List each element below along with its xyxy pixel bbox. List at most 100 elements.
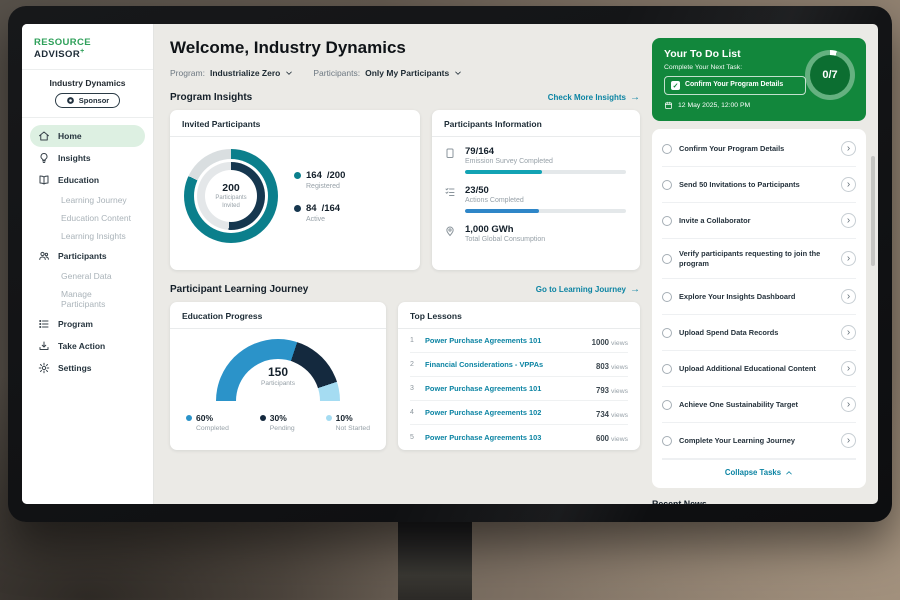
progress-bar bbox=[465, 209, 626, 213]
task-row[interactable]: Upload Additional Educational Content › bbox=[662, 351, 856, 387]
education-progress-card: Education Progress 150 Participants 60% … bbox=[170, 302, 386, 450]
checkbox-icon[interactable] bbox=[662, 436, 672, 446]
metric-value: 23/50 bbox=[465, 185, 626, 196]
checkbox-icon[interactable] bbox=[662, 292, 672, 302]
invited-participants-card: Invited Participants 200 Participants In… bbox=[170, 110, 420, 270]
people-icon bbox=[38, 250, 51, 262]
task-row[interactable]: Verify participants requesting to join t… bbox=[662, 239, 856, 279]
sidebar-item-take-action[interactable]: Take Action bbox=[30, 335, 145, 357]
collapse-tasks-link[interactable]: Collapse Tasks bbox=[662, 459, 856, 486]
task-row[interactable]: Confirm Your Program Details › bbox=[662, 131, 856, 167]
progress-bar bbox=[465, 170, 626, 174]
lesson-link[interactable]: Power Purchase Agreements 102 bbox=[425, 408, 588, 417]
chevron-right-icon[interactable]: › bbox=[841, 177, 856, 192]
lesson-rank: 3 bbox=[410, 385, 417, 392]
checkbox-icon[interactable] bbox=[662, 254, 672, 264]
task-row[interactable]: Achieve One Sustainability Target › bbox=[662, 387, 856, 423]
actions-completed-row: 23/50 Actions Completed bbox=[444, 185, 626, 213]
checkbox-icon[interactable] bbox=[662, 364, 672, 374]
program-filter[interactable]: Program: Industrialize Zero bbox=[170, 68, 293, 78]
chevron-right-icon[interactable]: › bbox=[841, 397, 856, 412]
chevron-right-icon[interactable]: › bbox=[841, 433, 856, 448]
sidebar-item-general-data[interactable]: General Data bbox=[30, 267, 145, 285]
sidebar-item-learning-journey[interactable]: Learning Journey bbox=[30, 191, 145, 209]
legend-dot bbox=[326, 415, 332, 421]
sidebar-item-settings[interactable]: Settings bbox=[30, 357, 145, 379]
lesson-link[interactable]: Power Purchase Agreements 101 bbox=[425, 336, 584, 345]
chevron-up-icon bbox=[785, 469, 793, 477]
sidebar-item-learning-insights[interactable]: Learning Insights bbox=[30, 227, 145, 245]
task-row[interactable]: Send 50 Invitations to Participants › bbox=[662, 167, 856, 203]
chevron-right-icon[interactable]: › bbox=[841, 251, 856, 266]
learning-journey-header: Participant Learning Journey Go to Learn… bbox=[170, 284, 640, 295]
lessons-list: 1 Power Purchase Agreements 101 1000view… bbox=[398, 329, 640, 449]
task-row[interactable]: Complete Your Learning Journey › bbox=[662, 423, 856, 459]
sidebar-item-manage-participants[interactable]: Manage Participants bbox=[30, 285, 145, 313]
go-to-learning-journey-link[interactable]: Go to Learning Journey → bbox=[536, 284, 640, 295]
checkbox-icon[interactable] bbox=[662, 180, 672, 190]
task-label: Upload Additional Educational Content bbox=[679, 364, 834, 374]
participants-filter[interactable]: Participants: Only My Participants bbox=[313, 68, 462, 78]
lesson-row[interactable]: 2 Financial Considerations - VPPAs 803vi… bbox=[410, 353, 628, 377]
lesson-row[interactable]: 3 Power Purchase Agreements 101 793views bbox=[410, 377, 628, 401]
sponsor-badge[interactable]: Sponsor bbox=[55, 93, 120, 108]
lesson-rank: 4 bbox=[410, 409, 417, 416]
chevron-right-icon[interactable]: › bbox=[841, 325, 856, 340]
scrollbar[interactable] bbox=[871, 156, 875, 266]
lesson-rank: 1 bbox=[410, 337, 417, 344]
photo-background: RESOURCE ADVISOR+ Industry Dynamics Spon… bbox=[0, 0, 900, 600]
donut-center-caption: Participants Invited bbox=[211, 195, 251, 210]
lesson-views: 734 bbox=[596, 410, 609, 419]
sidebar-item-home[interactable]: Home bbox=[30, 125, 145, 147]
location-pin-icon bbox=[444, 224, 457, 243]
program-filter-value: Industrialize Zero bbox=[210, 68, 280, 78]
chevron-down-icon bbox=[454, 69, 462, 77]
lesson-row[interactable]: 4 Power Purchase Agreements 102 734views bbox=[410, 401, 628, 425]
legend-pending: 30% Pending bbox=[260, 413, 295, 432]
check-more-insights-link[interactable]: Check More Insights → bbox=[548, 92, 640, 103]
card-title: Education Progress bbox=[170, 302, 386, 329]
card-title: Invited Participants bbox=[170, 110, 420, 137]
chevron-right-icon[interactable]: › bbox=[841, 213, 856, 228]
lesson-link[interactable]: Power Purchase Agreements 101 bbox=[425, 384, 588, 393]
lesson-views-unit: views bbox=[611, 364, 628, 371]
checkbox-icon[interactable]: ✓ bbox=[671, 81, 680, 90]
lesson-views: 793 bbox=[596, 386, 609, 395]
sidebar-item-education-content[interactable]: Education Content bbox=[30, 209, 145, 227]
org-name: Industry Dynamics bbox=[22, 70, 153, 93]
sponsor-icon bbox=[66, 96, 75, 105]
task-row[interactable]: Upload Spend Data Records › bbox=[662, 315, 856, 351]
donut-center-value: 200 bbox=[222, 182, 240, 194]
legend-label: Not Started bbox=[336, 425, 370, 432]
sidebar-item-program[interactable]: Program bbox=[30, 313, 145, 335]
todo-summary-card: Your To Do List Complete Your Next Task:… bbox=[652, 38, 866, 121]
task-row[interactable]: Invite a Collaborator › bbox=[662, 203, 856, 239]
arrow-right-icon: → bbox=[630, 284, 640, 295]
lesson-link[interactable]: Power Purchase Agreements 103 bbox=[425, 433, 588, 442]
sidebar-item-insights[interactable]: Insights bbox=[30, 147, 145, 169]
arrow-right-icon: → bbox=[630, 92, 640, 103]
due-date-text: 12 May 2025, 12:00 PM bbox=[678, 102, 750, 109]
legend-active: 84/164 Active bbox=[294, 203, 345, 223]
program-insights-header: Program Insights Check More Insights → bbox=[170, 92, 640, 103]
legend-label: Pending bbox=[270, 425, 295, 432]
legend-completed: 60% Completed bbox=[186, 413, 229, 432]
lesson-row[interactable]: 5 Power Purchase Agreements 103 600views bbox=[410, 425, 628, 449]
checkbox-icon[interactable] bbox=[662, 144, 672, 154]
metric-label: Total Global Consumption bbox=[465, 236, 626, 243]
sidebar-item-participants[interactable]: Participants bbox=[30, 245, 145, 267]
lesson-link[interactable]: Financial Considerations - VPPAs bbox=[425, 360, 588, 369]
next-task-button[interactable]: ✓ Confirm Your Program Details bbox=[664, 76, 806, 95]
checkbox-icon[interactable] bbox=[662, 328, 672, 338]
chevron-right-icon[interactable]: › bbox=[841, 141, 856, 156]
task-row[interactable]: Explore Your Insights Dashboard › bbox=[662, 279, 856, 315]
sidebar-item-education[interactable]: Education bbox=[30, 169, 145, 191]
sidebar-item-label: Home bbox=[58, 131, 82, 141]
chevron-right-icon[interactable]: › bbox=[841, 361, 856, 376]
todo-task-list: Confirm Your Program Details › Send 50 I… bbox=[652, 129, 866, 488]
checkbox-icon[interactable] bbox=[662, 400, 672, 410]
education-gauge-chart: 150 Participants bbox=[216, 339, 340, 401]
checkbox-icon[interactable] bbox=[662, 216, 672, 226]
chevron-right-icon[interactable]: › bbox=[841, 289, 856, 304]
lesson-row[interactable]: 1 Power Purchase Agreements 101 1000view… bbox=[410, 329, 628, 353]
